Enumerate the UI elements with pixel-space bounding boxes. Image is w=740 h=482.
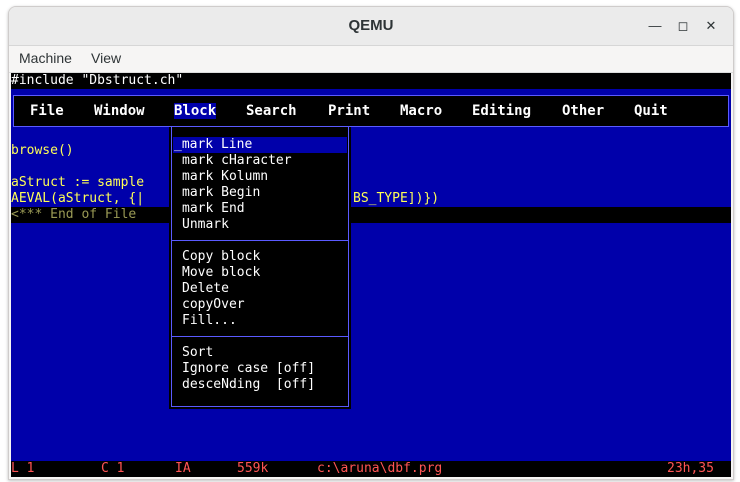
block-item-delete[interactable]: Delete xyxy=(182,281,229,297)
block-item-mark-character[interactable]: mark cHaracter xyxy=(182,153,292,169)
status-bar: L 1 C 1 IA 559k c:\aruna\dbf.prg 23h,35 xyxy=(11,461,731,477)
code-line-astruct: aStruct := sample xyxy=(11,175,145,190)
title-bar: QEMU — ◻ ✕ xyxy=(9,7,733,46)
code-line-browse: browse() xyxy=(11,143,74,158)
dos-menu-bar: File Window Block Search Print Macro Edi… xyxy=(13,95,729,127)
status-memory: 559k xyxy=(237,461,269,476)
status-line: L 1 xyxy=(11,461,35,476)
block-menu-separator xyxy=(171,336,349,337)
menu-machine[interactable]: Machine xyxy=(19,50,72,66)
status-clock: 23h,35 xyxy=(667,461,714,476)
block-menu: _mark Line mark cHaracter mark Kolumn ma… xyxy=(169,127,351,409)
minimize-icon[interactable]: — xyxy=(643,14,667,38)
dos-menu-macro[interactable]: Macro xyxy=(400,103,442,119)
block-menu-separator xyxy=(171,240,349,241)
block-item-ignore-case[interactable]: Ignore case [off] xyxy=(182,361,315,377)
menu-view[interactable]: View xyxy=(91,50,121,66)
block-item-copy[interactable]: Copy block xyxy=(182,249,260,265)
code-line-aeval: AEVAL(aStruct, {| xyxy=(11,191,145,206)
dos-menu-block[interactable]: Block xyxy=(174,103,217,119)
maximize-icon[interactable]: ◻ xyxy=(671,14,695,38)
block-item-move[interactable]: Move block xyxy=(182,265,260,281)
block-item-descending[interactable]: desceNding [off] xyxy=(182,377,315,393)
dos-menu-editing[interactable]: Editing xyxy=(472,103,531,119)
block-item-fill[interactable]: Fill... xyxy=(182,313,237,329)
block-item-unmark[interactable]: Unmark xyxy=(182,217,229,233)
window-title: QEMU xyxy=(348,17,394,34)
dos-menu-other[interactable]: Other xyxy=(562,103,604,119)
status-column: C 1 xyxy=(101,461,125,476)
dos-menu-quit[interactable]: Quit xyxy=(634,103,668,119)
status-mode: IA xyxy=(175,461,191,476)
block-item-copyover[interactable]: copyOver xyxy=(182,297,245,313)
status-filename: c:\aruna\dbf.prg xyxy=(317,461,443,476)
dos-menu-print[interactable]: Print xyxy=(328,103,370,119)
dos-menu-search[interactable]: Search xyxy=(246,103,297,119)
block-item-mark-begin[interactable]: mark Begin xyxy=(182,185,260,201)
block-item-sort[interactable]: Sort xyxy=(182,345,213,361)
dos-menu-file[interactable]: File xyxy=(30,103,64,119)
qemu-menubar: Machine View xyxy=(9,46,733,73)
code-line-aeval-tail: BS_TYPE])}) xyxy=(353,191,440,206)
close-icon[interactable]: ✕ xyxy=(699,14,723,38)
editor-header-line: #include "Dbstruct.ch" xyxy=(11,73,731,89)
dos-screen[interactable]: #include "Dbstruct.ch" File Window Block… xyxy=(11,73,731,477)
qemu-window: QEMU — ◻ ✕ Machine View #include "Dbstru… xyxy=(8,6,734,480)
block-item-mark-end[interactable]: mark End xyxy=(182,201,245,217)
block-item-mark-kolumn[interactable]: mark Kolumn xyxy=(182,169,268,185)
end-of-file-marker: <*** End of File xyxy=(11,207,137,222)
block-item-mark-line[interactable]: _mark Line xyxy=(174,137,252,153)
dos-menu-window[interactable]: Window xyxy=(94,103,145,119)
